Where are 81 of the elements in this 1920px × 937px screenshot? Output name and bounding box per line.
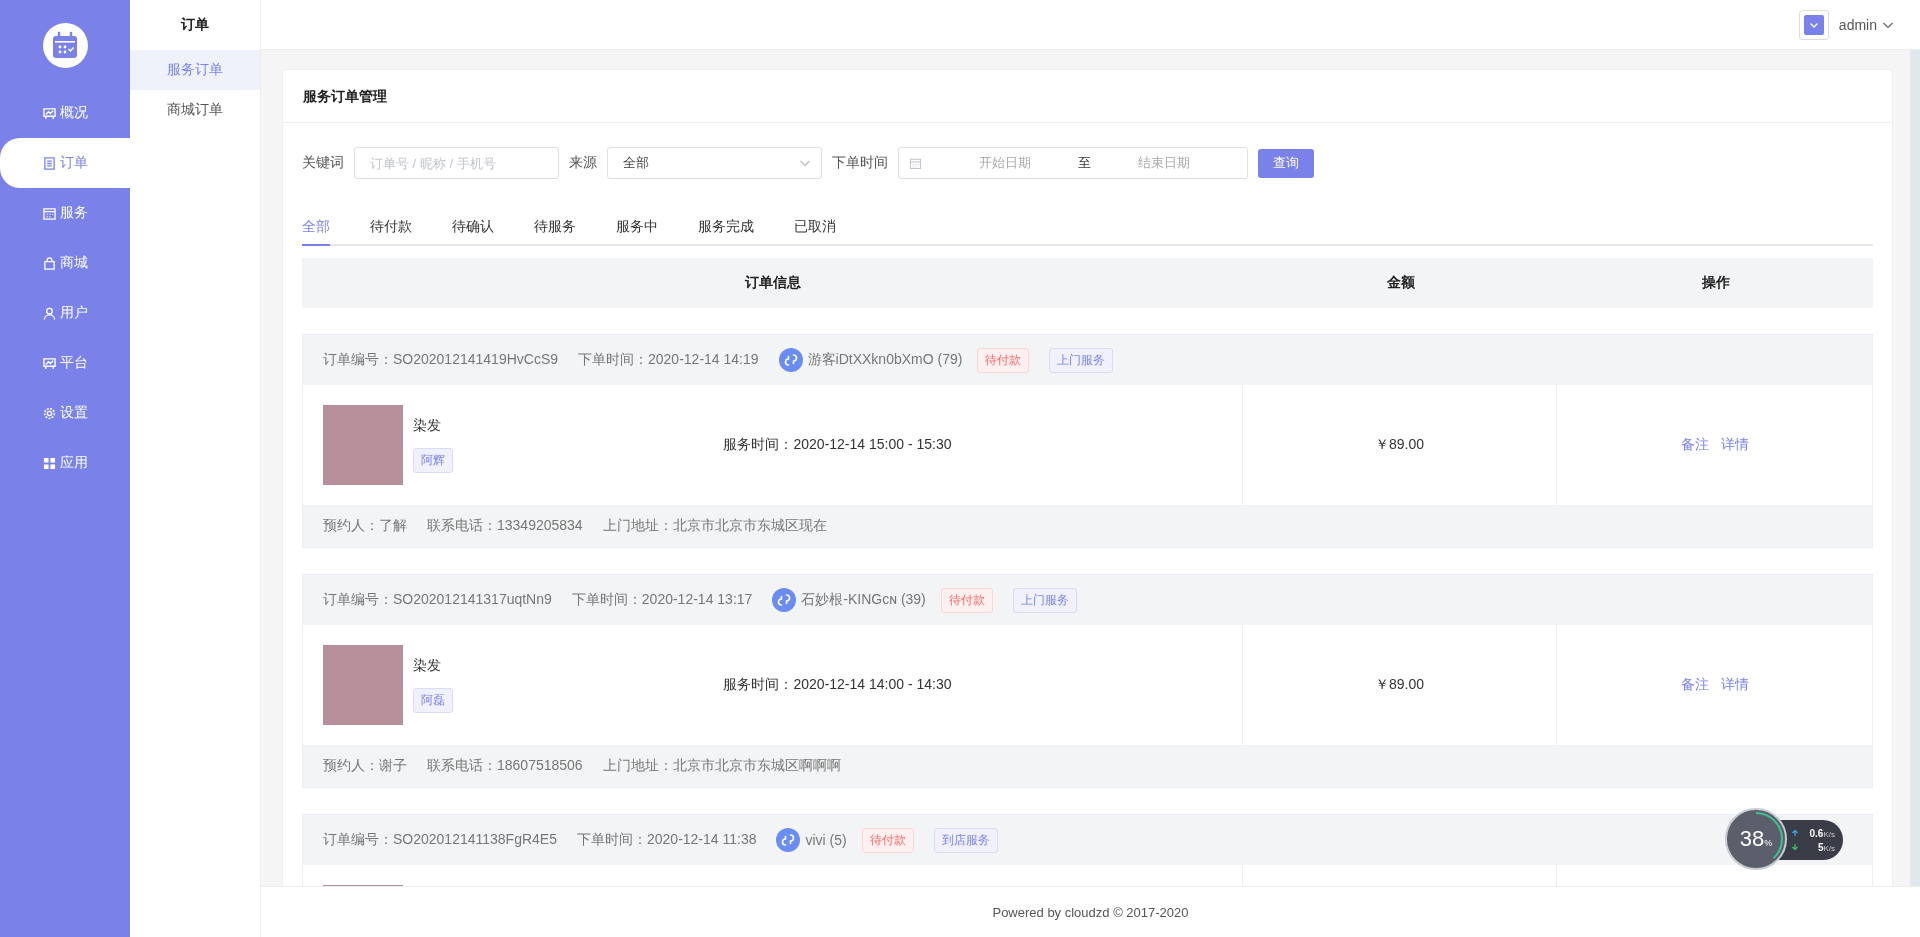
customer-name: vivi (5) <box>805 832 847 848</box>
scrollbar[interactable] <box>1910 50 1920 886</box>
order-time: 下单时间：2020-12-14 14:19 <box>578 351 759 369</box>
keyword-label: 关键词 <box>302 154 344 172</box>
service-time: 服务时间：2020-12-14 15:00 - 15:30 <box>722 436 953 454</box>
subnav-item[interactable]: 商城订单 <box>130 90 260 130</box>
nav-item[interactable]: 用户 <box>0 288 130 338</box>
contact-info: 联系电话：13349205834 <box>427 517 583 535</box>
tab[interactable]: 待付款 <box>370 218 412 246</box>
logo-icon <box>42 23 88 68</box>
order-number: 订单编号：SO202012141317uqtNn9 <box>323 591 552 609</box>
order-number: 订单编号：SO202012141138FgR4E5 <box>323 831 557 849</box>
subnav-item[interactable]: 服务订单 <box>130 50 260 90</box>
service-time: 服务时间：2020-12-14 14:00 - 14:30 <box>722 676 953 694</box>
nav-item[interactable]: 平台 <box>0 338 130 388</box>
nav-item[interactable]: 订单 <box>0 138 130 188</box>
user-icon <box>42 306 56 320</box>
staff-tag: 阿磊 <box>413 688 453 713</box>
action-link[interactable]: 详情 <box>1720 676 1749 694</box>
action-link[interactable]: 备注 <box>1680 436 1709 454</box>
tab[interactable]: 待确认 <box>452 218 494 246</box>
bag-icon <box>42 256 56 270</box>
upload-arrow-icon <box>1791 829 1799 837</box>
action-link[interactable]: 详情 <box>1720 436 1749 454</box>
tab[interactable]: 服务完成 <box>698 218 754 246</box>
nav-item[interactable]: 应用 <box>0 438 130 488</box>
tab[interactable]: 服务中 <box>616 218 658 246</box>
contact-info: 联系电话：18607518506 <box>427 757 583 775</box>
contact-info: 上门地址：北京市北京市东城区啊啊啊 <box>602 757 841 775</box>
subnav-title: 订单 <box>179 15 210 34</box>
order-time: 下单时间：2020-12-14 13:17 <box>571 591 753 609</box>
calendar-icon <box>909 156 922 170</box>
user-menu-icon[interactable] <box>1798 9 1829 40</box>
nav-item[interactable]: 设置 <box>0 388 130 438</box>
chart-icon <box>42 106 56 120</box>
status-tag: 到店服务 <box>933 827 998 853</box>
calendar-icon <box>42 206 56 220</box>
link-icon <box>772 588 797 612</box>
time-label: 下单时间 <box>832 154 888 172</box>
footer-text: Powered by cloudzd © 2017-2020 <box>261 886 1920 937</box>
source-label: 来源 <box>569 154 597 172</box>
customer-name: 石妙根-KINGᴄɴ (39) <box>801 591 926 609</box>
tab[interactable]: 待服务 <box>534 218 576 246</box>
contact-info: 预约人：了解 <box>323 517 407 535</box>
source-select[interactable]: 全部 <box>607 147 822 179</box>
amount: ￥89.00 <box>1374 676 1424 694</box>
service-name: 染发 <box>413 657 441 675</box>
user-dropdown[interactable]: admin <box>1838 16 1894 33</box>
keyword-field[interactable]: 订单号 / 昵称 / 手机号 <box>354 147 559 179</box>
query-button[interactable]: 查询 <box>1258 148 1314 178</box>
download-arrow-icon <box>1791 843 1799 851</box>
order-time: 下单时间：2020-12-14 11:38 <box>577 831 757 849</box>
column-header: 订单信息 <box>743 274 802 292</box>
status-tag: 待付款 <box>940 587 993 613</box>
status-tag: 上门服务 <box>1012 587 1077 613</box>
document-icon <box>42 156 56 170</box>
date-range-field[interactable]: 开始日期 至 结束日期 <box>898 147 1248 179</box>
card-title: 服务订单管理 <box>283 70 1892 123</box>
tab[interactable]: 全部 <box>302 218 330 246</box>
link-icon <box>776 828 801 852</box>
contact-info: 预约人：谢子 <box>323 757 407 775</box>
staff-tag: 阿辉 <box>413 448 453 473</box>
nav-item[interactable]: 商城 <box>0 238 130 288</box>
status-tag: 上门服务 <box>1049 347 1114 373</box>
nav-item[interactable]: 服务 <box>0 188 130 238</box>
action-link[interactable]: 备注 <box>1680 676 1709 694</box>
service-name: 染发 <box>413 417 441 435</box>
order-number: 订单编号：SO202012141419HvCcS9 <box>323 351 558 369</box>
tab[interactable]: 已取消 <box>794 218 836 246</box>
chart-icon <box>42 356 56 370</box>
customer-name: 游客iDtXXkn0bXmO (79) <box>807 351 963 369</box>
contact-info: 上门地址：北京市北京市东城区现在 <box>602 517 827 535</box>
amount: ￥89.00 <box>1374 436 1424 454</box>
status-tag: 待付款 <box>977 347 1030 373</box>
grid-icon <box>42 456 56 470</box>
column-header: 金额 <box>1386 274 1416 292</box>
nav-item[interactable]: 概况 <box>0 88 130 138</box>
status-tag: 待付款 <box>861 827 914 853</box>
link-icon <box>778 348 803 372</box>
column-header: 操作 <box>1700 274 1731 292</box>
settings-icon <box>42 406 56 420</box>
